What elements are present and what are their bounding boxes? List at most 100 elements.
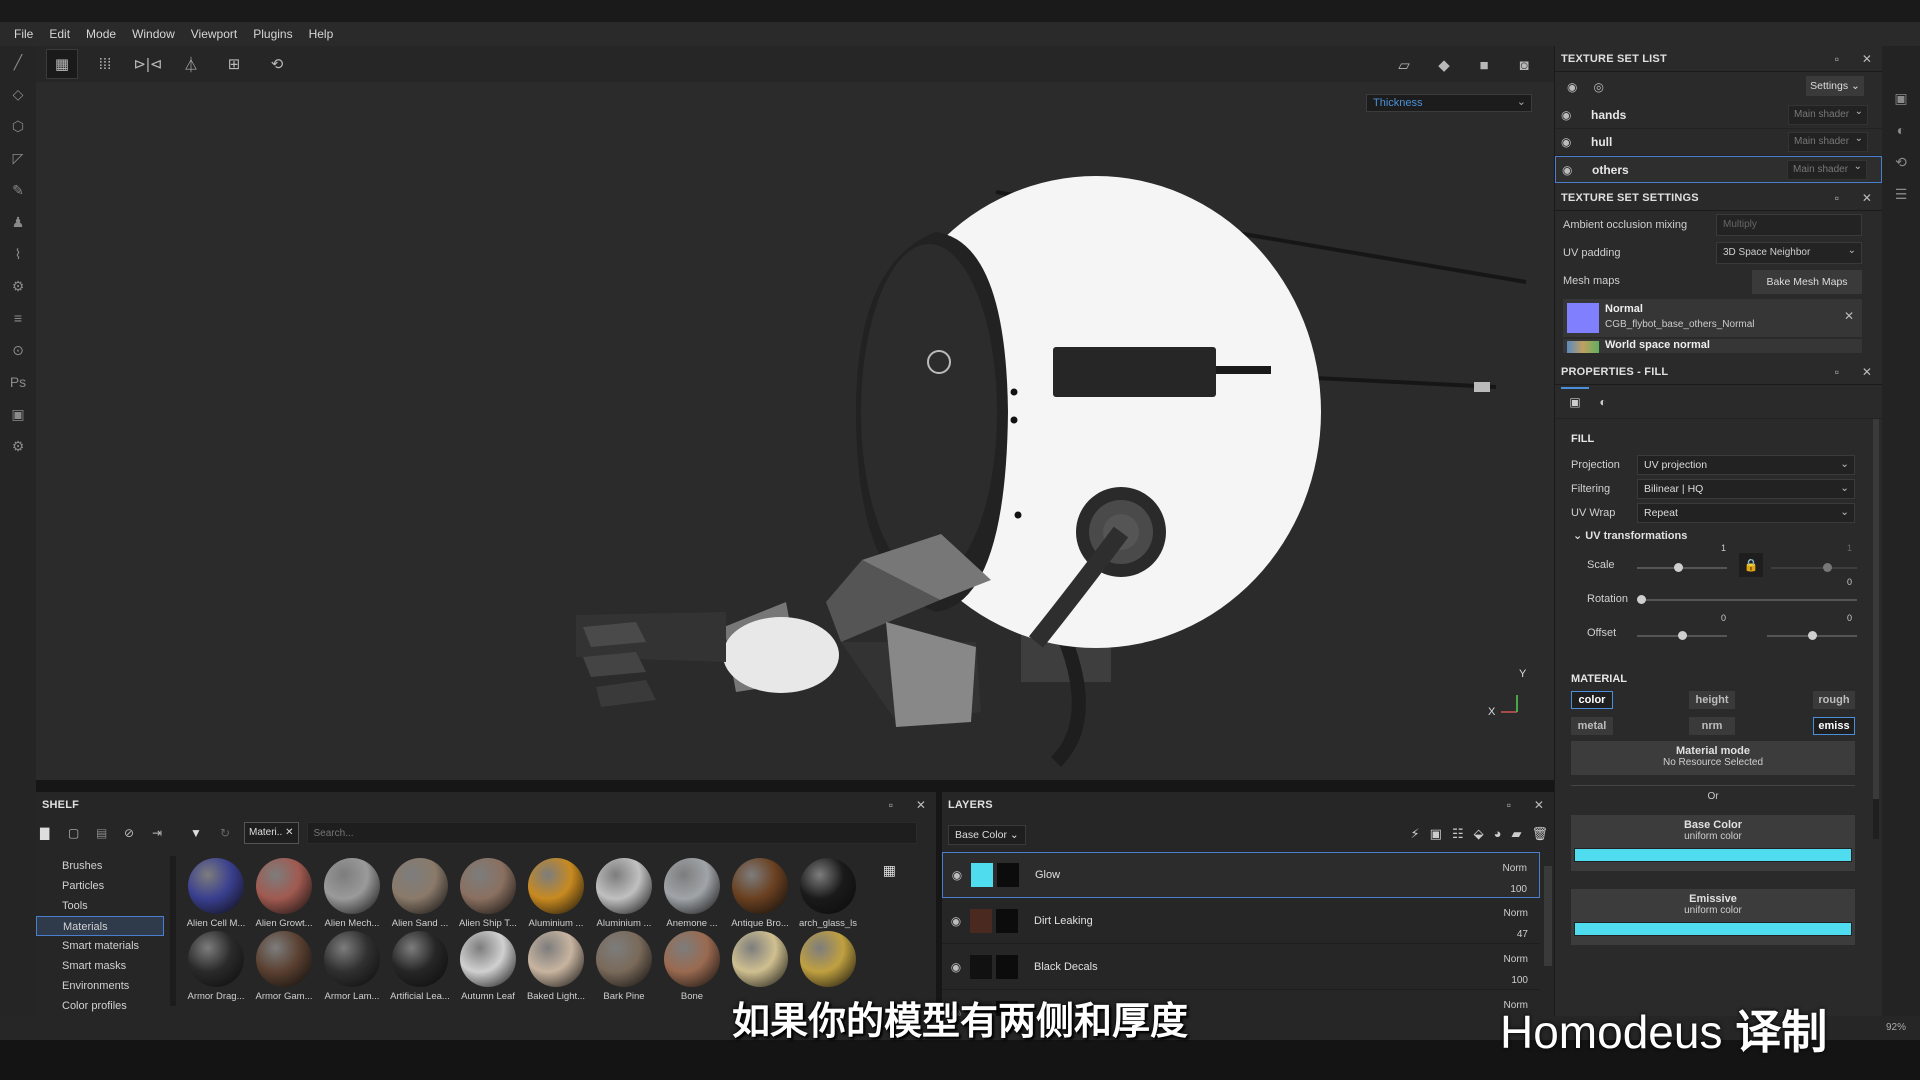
properties-scrollbar[interactable] xyxy=(1873,419,1879,839)
add-effect-icon[interactable]: ◕ xyxy=(1494,826,1502,842)
channel-metal-button[interactable]: metal xyxy=(1571,717,1613,735)
close-icon[interactable]: ✕ xyxy=(1852,191,1882,205)
menu-plugins[interactable]: Plugins xyxy=(245,27,300,41)
shelf-category-item[interactable]: Materials xyxy=(36,916,164,936)
filtering-select[interactable]: Bilinear | HQ ⌄ xyxy=(1637,479,1855,499)
material-thumbnail[interactable]: Armor Lam... xyxy=(318,931,386,1002)
material-thumbnail[interactable]: Alien Sand ... xyxy=(386,858,454,929)
display-settings-icon[interactable]: ▣ xyxy=(1882,82,1920,114)
eye-icon[interactable]: ◉ xyxy=(942,960,970,974)
projection-icon[interactable]: ⬡ xyxy=(0,110,36,142)
history-icon[interactable]: ⟲ xyxy=(261,49,293,79)
material-thumbnail[interactable]: Armor Drag... xyxy=(182,931,250,1002)
layer-stack-icon[interactable]: ≡ xyxy=(0,302,36,334)
shelf-category-item[interactable]: Smart materials xyxy=(36,936,164,956)
pop-out-icon[interactable]: ▫ xyxy=(1494,798,1524,812)
projection-select[interactable]: UV projection ⌄ xyxy=(1637,455,1855,475)
channel-nrm-button[interactable]: nrm xyxy=(1689,717,1735,735)
menu-mode[interactable]: Mode xyxy=(78,27,124,41)
log-icon[interactable]: ☰ xyxy=(1882,178,1920,210)
material-thumbnail[interactable]: Alien Mech... xyxy=(318,858,386,929)
new-folder-icon[interactable]: ▢ xyxy=(68,826,96,840)
material-thumbnail[interactable]: Alien Cell M... xyxy=(182,858,250,929)
channel-rough-button[interactable]: rough xyxy=(1813,691,1855,709)
grid-view-icon[interactable]: ▦ xyxy=(883,862,896,879)
menu-file[interactable]: File xyxy=(6,27,41,41)
shelf-category-item[interactable]: Color profiles xyxy=(36,996,164,1016)
uvwrap-select[interactable]: Repeat ⌄ xyxy=(1637,503,1855,523)
material-thumbnail[interactable]: Armor Gam... xyxy=(250,931,318,1002)
pop-out-icon[interactable]: ▫ xyxy=(1822,52,1852,66)
export-icon[interactable]: ▣ xyxy=(0,398,36,430)
filter-tag[interactable]: Materi.. ✕ xyxy=(244,822,299,844)
import-icon[interactable]: ⇥ xyxy=(152,826,190,840)
brush-icon[interactable]: ╱ xyxy=(0,46,36,78)
close-icon[interactable]: ✕ xyxy=(1852,52,1882,66)
material-thumbnail[interactable]: Anemone ... xyxy=(658,858,726,929)
material-thumbnail[interactable]: Antique Bro... xyxy=(726,858,794,929)
shelf-search-input[interactable] xyxy=(306,822,917,844)
add-layer-icon[interactable]: ☷ xyxy=(1452,826,1464,842)
layer-blend[interactable]: Norm 47 xyxy=(1504,903,1528,945)
scrollbar-thumb[interactable] xyxy=(1873,419,1879,799)
layer-row[interactable]: ◉ Black Decals Norm 100 xyxy=(942,944,1540,990)
solo-icon[interactable]: ◎ xyxy=(1593,80,1603,94)
lock-icon[interactable]: 🔒 xyxy=(1739,553,1763,577)
rotation-slider[interactable] xyxy=(1637,595,1857,604)
layer-opacity[interactable]: 100 xyxy=(1504,970,1528,991)
add-mask-icon[interactable]: ▣ xyxy=(1430,826,1442,842)
close-icon[interactable]: ✕ xyxy=(906,798,936,812)
shader-select[interactable]: Main shader xyxy=(1788,105,1868,125)
layer-opacity[interactable]: 47 xyxy=(1504,924,1528,945)
2d-view-icon[interactable]: ▱ xyxy=(1388,50,1420,80)
add-frame-icon[interactable]: ⊞ xyxy=(218,49,250,79)
slider-knob[interactable] xyxy=(1678,631,1687,640)
channel-color-button[interactable]: color xyxy=(1571,691,1613,709)
texture-set-others[interactable]: ◉ others Main shader xyxy=(1555,156,1882,183)
color-picker-icon[interactable]: ⌇ xyxy=(0,238,36,270)
shader-settings-icon[interactable]: ◐ xyxy=(1882,114,1920,146)
library-icon[interactable]: ▤ xyxy=(96,826,124,840)
bake-icon[interactable]: ⚙ xyxy=(0,270,36,302)
history-icon[interactable]: ⟲ xyxy=(1882,146,1920,178)
slider-knob[interactable] xyxy=(1808,631,1817,640)
material-thumbnail[interactable]: arch_glass_ls xyxy=(794,858,862,929)
uv-transformations-toggle[interactable]: ⌄ UV transformations xyxy=(1573,529,1687,542)
scale-slider[interactable] xyxy=(1637,563,1727,572)
base-color-swatch[interactable] xyxy=(1574,848,1852,862)
layers-scrollbar[interactable] xyxy=(1544,866,1552,966)
smudge-icon[interactable]: ✎ xyxy=(0,174,36,206)
close-icon[interactable]: ✕ xyxy=(1524,798,1554,812)
menu-viewport[interactable]: Viewport xyxy=(183,27,245,41)
hide-icon[interactable]: ⊘ xyxy=(124,826,152,840)
offset-slider-u[interactable] xyxy=(1637,631,1727,640)
scale-slider-v[interactable] xyxy=(1771,563,1857,572)
material-thumbnail[interactable]: Aluminium ... xyxy=(522,858,590,929)
eraser-icon[interactable]: ◇ xyxy=(0,78,36,110)
shelf-category-item[interactable]: Smart masks xyxy=(36,956,164,976)
polygon-fill-icon[interactable]: ◸ xyxy=(0,142,36,174)
3d-viewport[interactable]: Thickness ⌄ Y X xyxy=(36,82,1554,780)
folder-icon[interactable]: ▇ xyxy=(40,826,68,840)
offset-slider-v[interactable] xyxy=(1767,631,1857,640)
clone-stamp-icon[interactable]: ♟ xyxy=(0,206,36,238)
layer-row[interactable]: ◉ Dirt Leaking Norm 47 xyxy=(942,898,1540,944)
emissive-slot[interactable]: Emissive uniform color xyxy=(1571,889,1855,945)
emissive-color-swatch[interactable] xyxy=(1574,922,1852,936)
material-thumbnail[interactable]: Alien Ship T... xyxy=(454,858,522,929)
material-mode-slot[interactable]: Material mode No Resource Selected xyxy=(1571,741,1855,775)
blend-mode[interactable]: Norm xyxy=(1503,858,1527,879)
channel-emiss-button[interactable]: emiss xyxy=(1813,717,1855,735)
shelf-category-item[interactable]: Tools xyxy=(36,896,164,916)
pop-out-icon[interactable]: ▫ xyxy=(876,798,906,812)
photoshop-export-icon[interactable]: Ps xyxy=(0,366,36,398)
category-scrollbar[interactable] xyxy=(170,856,176,1006)
material-thumbnail[interactable]: Artificial Lea... xyxy=(386,931,454,1002)
slider-knob[interactable] xyxy=(1673,563,1683,572)
plugin-icon[interactable]: ⊙ xyxy=(0,334,36,366)
pop-out-icon[interactable]: ▫ xyxy=(1822,191,1852,205)
refresh-icon[interactable]: ↻ xyxy=(220,826,244,840)
material-thumbnail[interactable]: Alien Growt... xyxy=(250,858,318,929)
eye-icon[interactable]: ◉ xyxy=(1561,135,1591,149)
shelf-category-item[interactable]: Brushes xyxy=(36,856,164,876)
